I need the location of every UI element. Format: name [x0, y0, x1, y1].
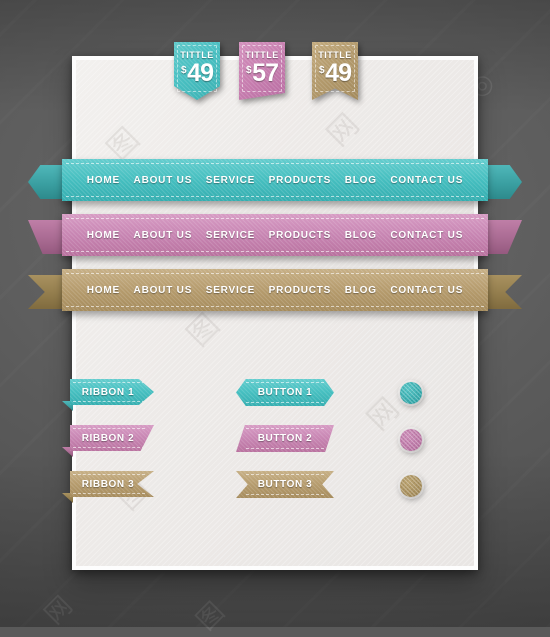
nav-item-service[interactable]: SERVICE [206, 285, 255, 296]
price-amount: 49 [325, 59, 352, 87]
price-tag-teal[interactable]: TITTLE $49 [174, 42, 220, 100]
button-3[interactable]: BUTTON 3 [236, 471, 334, 498]
price-tag-text: TITTLE $49 [312, 50, 358, 86]
nav-bar: HOME ABOUT US SERVICE PRODUCTS BLOG CONT… [62, 269, 488, 311]
nav-item-about-us[interactable]: ABOUT US [134, 285, 193, 296]
ribbon-label: RIBBON 1 [81, 386, 135, 398]
ribbon-1[interactable]: RIBBON 1 [62, 379, 154, 411]
ribbon-band: RIBBON 2 [70, 425, 154, 451]
nav-item-service[interactable]: SERVICE [206, 175, 255, 186]
price-tag-text: TITTLE $57 [239, 50, 285, 86]
nav-bar: HOME ABOUT US SERVICE PRODUCTS BLOG CONT… [62, 214, 488, 256]
button-label: BUTTON 2 [257, 433, 313, 444]
badge-texture [400, 429, 422, 451]
nav-item-home[interactable]: HOME [87, 285, 120, 296]
nav-ribbon-gold: HOME ABOUT US SERVICE PRODUCTS BLOG CONT… [0, 269, 550, 315]
circle-badge-pink[interactable] [398, 427, 424, 453]
nav-ribbon-teal: HOME ABOUT US SERVICE PRODUCTS BLOG CONT… [0, 159, 550, 205]
nav-item-blog[interactable]: BLOG [345, 285, 377, 296]
price-tag-price: $49 [312, 61, 358, 86]
price-tag-pink[interactable]: TITTLE $57 [239, 42, 285, 100]
nav-item-home[interactable]: HOME [87, 230, 120, 241]
ribbon-band: RIBBON 3 [70, 471, 154, 497]
nav-item-contact-us[interactable]: CONTACT US [390, 285, 463, 296]
nav-item-blog[interactable]: BLOG [345, 175, 377, 186]
nav-item-contact-us[interactable]: CONTACT US [390, 230, 463, 241]
ribbon-band: RIBBON 1 [70, 379, 154, 405]
circle-badge-teal[interactable] [398, 380, 424, 406]
nav-item-about-us[interactable]: ABOUT US [134, 230, 193, 241]
ribbon-label: RIBBON 3 [81, 478, 135, 490]
nav-item-blog[interactable]: BLOG [345, 230, 377, 241]
price-tag-gold[interactable]: TITTLE $49 [312, 42, 358, 100]
nav-item-list: HOME ABOUT US SERVICE PRODUCTS BLOG CONT… [62, 269, 488, 311]
nav-item-contact-us[interactable]: CONTACT US [390, 175, 463, 186]
button-1[interactable]: BUTTON 1 [236, 379, 334, 406]
nav-item-home[interactable]: HOME [87, 175, 120, 186]
badge-texture [400, 382, 422, 404]
price-amount: 57 [252, 59, 279, 87]
nav-item-products[interactable]: PRODUCTS [269, 285, 332, 296]
button-label: BUTTON 1 [257, 387, 313, 398]
price-tag-group: TITTLE $49 TITTLE $57 TITTLE $49 [0, 0, 550, 110]
ribbon-3[interactable]: RIBBON 3 [62, 471, 154, 503]
nav-item-list: HOME ABOUT US SERVICE PRODUCTS BLOG CONT… [62, 214, 488, 256]
nav-item-service[interactable]: SERVICE [206, 230, 255, 241]
price-tag-price: $57 [239, 61, 285, 86]
nav-item-list: HOME ABOUT US SERVICE PRODUCTS BLOG CONT… [62, 159, 488, 201]
nav-item-about-us[interactable]: ABOUT US [134, 175, 193, 186]
button-2[interactable]: BUTTON 2 [236, 425, 334, 452]
nav-ribbon-pink: HOME ABOUT US SERVICE PRODUCTS BLOG CONT… [0, 214, 550, 260]
price-tag-text: TITTLE $49 [174, 50, 220, 86]
badge-texture [400, 475, 422, 497]
nav-item-products[interactable]: PRODUCTS [269, 175, 332, 186]
price-amount: 49 [187, 59, 214, 87]
nav-item-products[interactable]: PRODUCTS [269, 230, 332, 241]
ribbon-label: RIBBON 2 [81, 432, 135, 444]
ribbon-2[interactable]: RIBBON 2 [62, 425, 154, 457]
button-label: BUTTON 3 [257, 479, 313, 490]
nav-bar: HOME ABOUT US SERVICE PRODUCTS BLOG CONT… [62, 159, 488, 201]
price-tag-price: $49 [174, 61, 220, 86]
circle-badge-gold[interactable] [398, 473, 424, 499]
